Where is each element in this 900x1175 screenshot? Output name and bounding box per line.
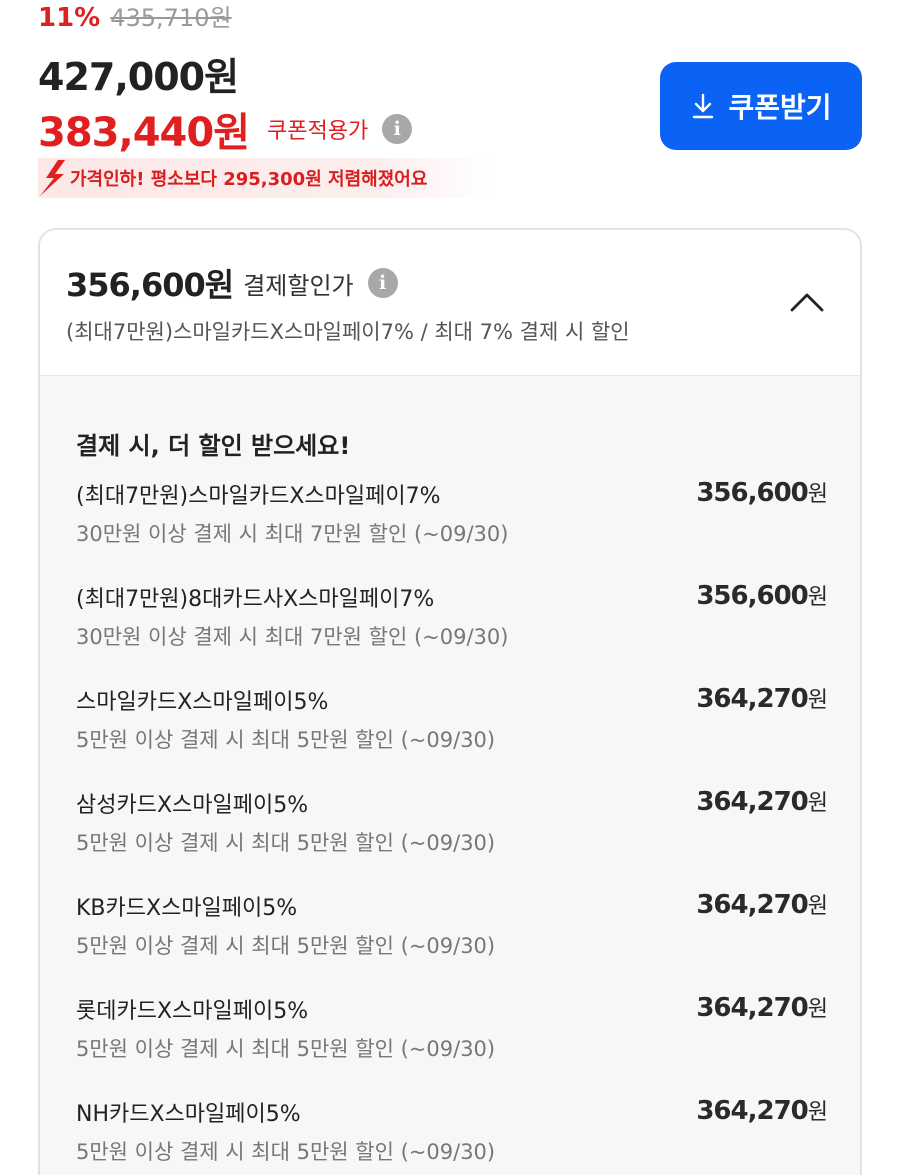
offer-amount: 356,600	[696, 478, 808, 508]
product-price-page: 11% 435,710원 427,000원 383,440원 쿠폰적용가 i 쿠…	[0, 0, 900, 1175]
offer-description: 5만원 이상 결제 시 최대 5만원 할인 (~09/30)	[76, 1037, 496, 1061]
coupon-price: 383,440원	[38, 110, 250, 156]
currency-unit: 원	[807, 1100, 828, 1125]
offer-amount: 364,270	[696, 1096, 808, 1126]
currency-unit: 원	[807, 482, 828, 507]
get-coupon-label: 쿠폰받기	[728, 91, 832, 124]
payment-discount-subtitle: (최대7만원)스마일카드X스마일페이7% / 최대 7% 결제 시 할인	[66, 320, 630, 344]
info-icon[interactable]: i	[382, 114, 413, 144]
offer-name: 롯데카드X스마일페이5%	[76, 999, 309, 1024]
offer-name: 스마일카드X스마일페이5%	[76, 690, 329, 715]
currency-unit: 원	[807, 688, 828, 713]
offer-price: 364,270원	[696, 888, 828, 920]
discount-row: 11% 435,710원	[38, 0, 232, 33]
offer-description: 5만원 이상 결제 시 최대 5만원 할인 (~09/30)	[76, 1140, 496, 1164]
sale-price: 427,000원	[38, 55, 239, 99]
offer-amount: 364,270	[696, 684, 808, 714]
collapse-button[interactable]	[782, 282, 832, 322]
chevron-up-icon	[790, 293, 824, 312]
offer-item: KB카드X스마일페이5% 5만원 이상 결제 시 최대 5만원 할인 (~09/…	[76, 890, 828, 993]
offer-description: 5만원 이상 결제 시 최대 5만원 할인 (~09/30)	[76, 831, 496, 855]
price-drop-text: 가격인하! 평소보다 295,300원 저렴해졌어요	[70, 169, 428, 190]
offer-list: (최대7만원)스마일카드X스마일페이7% 30만원 이상 결제 시 최대 7만원…	[76, 478, 828, 1175]
currency-unit: 원	[807, 791, 828, 816]
payment-discount-header[interactable]: 356,600원 결제할인가 i (최대7만원)스마일카드X스마일페이7% / …	[40, 230, 860, 376]
original-price: 435,710원	[110, 4, 232, 32]
offer-price: 356,600원	[696, 579, 828, 611]
arrow-down-icon	[40, 160, 65, 196]
payment-discount-card: 356,600원 결제할인가 i (최대7만원)스마일카드X스마일페이7% / …	[38, 228, 862, 1175]
offer-name: 삼성카드X스마일페이5%	[76, 793, 309, 818]
coupon-price-label: 쿠폰적용가	[267, 119, 369, 144]
offer-amount: 364,270	[696, 993, 808, 1023]
offer-description: 30만원 이상 결제 시 최대 7만원 할인 (~09/30)	[76, 625, 509, 649]
offer-price: 364,270원	[696, 785, 828, 817]
price-drop-banner: 가격인하! 평소보다 295,300원 저렴해졌어요	[38, 158, 492, 198]
offer-item: 삼성카드X스마일페이5% 5만원 이상 결제 시 최대 5만원 할인 (~09/…	[76, 787, 828, 890]
offer-item: NH카드X스마일페이5% 5만원 이상 결제 시 최대 5만원 할인 (~09/…	[76, 1096, 828, 1175]
offer-item: 스마일카드X스마일페이5% 5만원 이상 결제 시 최대 5만원 할인 (~09…	[76, 684, 828, 787]
payment-discount-label: 결제할인가	[243, 271, 354, 300]
download-icon	[693, 93, 714, 119]
offer-description: 5만원 이상 결제 시 최대 5만원 할인 (~09/30)	[76, 728, 496, 752]
offer-description: 30만원 이상 결제 시 최대 7만원 할인 (~09/30)	[76, 522, 509, 546]
offer-amount: 356,600	[696, 581, 808, 611]
offer-amount: 364,270	[696, 787, 808, 817]
payment-discount-title-row: 356,600원 결제할인가 i	[66, 260, 398, 306]
offer-name: KB카드X스마일페이5%	[76, 896, 298, 921]
currency-unit: 원	[807, 997, 828, 1022]
offers-heading: 결제 시, 더 할인 받으세요!	[76, 432, 351, 460]
offer-price: 364,270원	[696, 682, 828, 714]
offer-amount: 364,270	[696, 890, 808, 920]
currency-unit: 원	[807, 585, 828, 610]
payment-offers-panel: 결제 시, 더 할인 받으세요! (최대7만원)스마일카드X스마일페이7% 30…	[40, 376, 860, 1175]
discount-rate: 11%	[38, 3, 101, 33]
offer-price: 364,270원	[696, 1094, 828, 1126]
offer-name: (최대7만원)8대카드사X스마일페이7%	[76, 587, 435, 612]
offer-price: 364,270원	[696, 991, 828, 1023]
offer-item: (최대7만원)스마일카드X스마일페이7% 30만원 이상 결제 시 최대 7만원…	[76, 478, 828, 581]
offer-description: 5만원 이상 결제 시 최대 5만원 할인 (~09/30)	[76, 934, 496, 958]
get-coupon-button[interactable]: 쿠폰받기	[660, 62, 862, 150]
offer-name: NH카드X스마일페이5%	[76, 1102, 301, 1127]
offer-item: (최대7만원)8대카드사X스마일페이7% 30만원 이상 결제 시 최대 7만원…	[76, 581, 828, 684]
offer-name: (최대7만원)스마일카드X스마일페이7%	[76, 484, 441, 509]
payment-discount-price: 356,600원	[66, 266, 234, 304]
info-icon[interactable]: i	[367, 268, 398, 298]
currency-unit: 원	[807, 894, 828, 919]
offer-item: 롯데카드X스마일페이5% 5만원 이상 결제 시 최대 5만원 할인 (~09/…	[76, 993, 828, 1096]
offer-price: 356,600원	[696, 476, 828, 508]
coupon-price-row: 383,440원 쿠폰적용가 i	[38, 100, 413, 158]
